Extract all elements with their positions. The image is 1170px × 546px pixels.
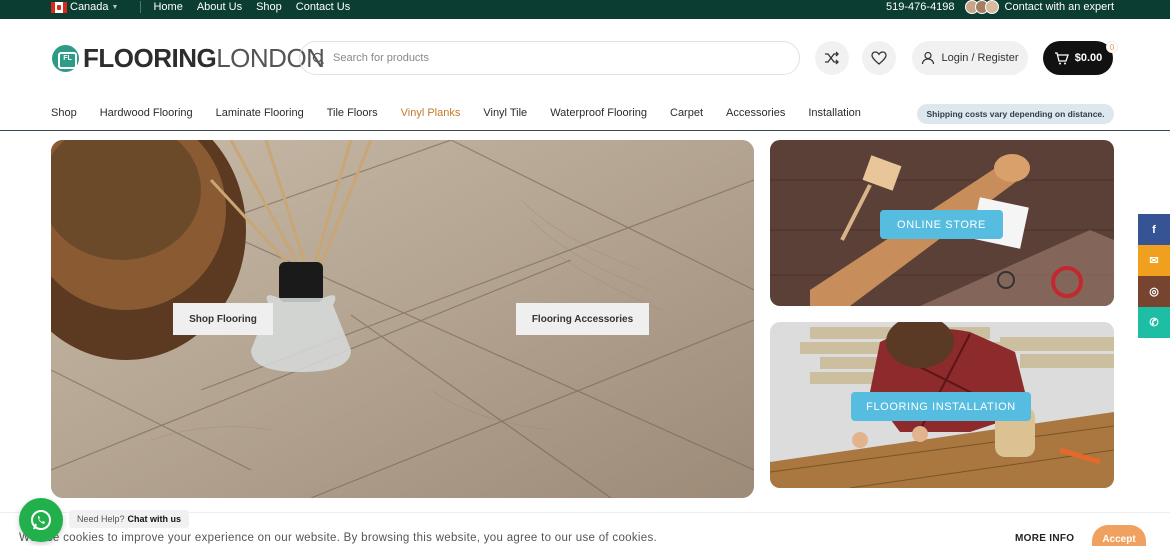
top-bar: Canada ▼ Home About Us Shop Contact Us 5… bbox=[0, 0, 1170, 19]
nav-installation[interactable]: Installation bbox=[808, 107, 861, 119]
search-icon bbox=[312, 52, 325, 64]
nav-waterproof-flooring[interactable]: Waterproof Flooring bbox=[550, 107, 647, 119]
online-store-button[interactable]: ONLINE STORE bbox=[880, 210, 1003, 239]
country-selector[interactable]: Canada ▼ bbox=[51, 1, 118, 13]
whatsapp-icon[interactable]: ✆ bbox=[1138, 307, 1170, 338]
hero-banner: Shop Flooring Flooring Accessories bbox=[51, 140, 754, 498]
site-logo[interactable]: FLOORINGLONDON bbox=[52, 42, 325, 73]
cart-total: $0.00 bbox=[1074, 52, 1103, 64]
whatsapp-chat-button[interactable] bbox=[19, 498, 63, 542]
expert-avatars bbox=[964, 0, 999, 14]
flooring-installation-button[interactable]: FLOORING INSTALLATION bbox=[851, 392, 1031, 421]
nav-shop[interactable]: Shop bbox=[51, 107, 77, 119]
main-nav: Shop Hardwood Flooring Laminate Flooring… bbox=[51, 107, 861, 119]
facebook-icon[interactable]: f bbox=[1138, 214, 1170, 245]
expert-label: Contact with an expert bbox=[1004, 1, 1114, 13]
chevron-down-icon: ▼ bbox=[111, 3, 119, 11]
email-icon[interactable]: ✉ bbox=[1138, 245, 1170, 276]
flooring-accessories-button[interactable]: Flooring Accessories bbox=[516, 303, 649, 335]
phone-number[interactable]: 519-476-4198 bbox=[886, 1, 955, 13]
nav-accessories[interactable]: Accessories bbox=[726, 107, 785, 119]
nav-divider bbox=[0, 130, 1170, 131]
expert-contact[interactable]: Contact with an expert bbox=[964, 0, 1114, 14]
instagram-icon[interactable]: ◎ bbox=[1138, 276, 1170, 307]
country-label: Canada bbox=[70, 1, 109, 13]
top-nav-home[interactable]: Home bbox=[153, 1, 182, 13]
installation-panel: FLOORING INSTALLATION bbox=[770, 322, 1114, 488]
cart-count-badge: 0 bbox=[1106, 41, 1118, 53]
online-store-panel: ONLINE STORE bbox=[770, 140, 1114, 306]
social-sidebar: f ✉ ◎ ✆ bbox=[1138, 214, 1170, 338]
wishlist-button[interactable] bbox=[862, 41, 896, 75]
nav-carpet[interactable]: Carpet bbox=[670, 107, 703, 119]
chat-tooltip-prefix: Need Help? bbox=[77, 514, 125, 524]
more-info-link[interactable]: MORE INFO bbox=[1015, 533, 1074, 544]
whatsapp-icon bbox=[31, 510, 51, 530]
nav-tile-floors[interactable]: Tile Floors bbox=[327, 107, 378, 119]
nav-vinyl-planks[interactable]: Vinyl Planks bbox=[401, 107, 461, 119]
search-bar bbox=[299, 41, 800, 75]
shop-flooring-button[interactable]: Shop Flooring bbox=[173, 303, 273, 335]
cart-button[interactable]: $0.00 bbox=[1043, 41, 1113, 75]
chat-tooltip-link: Chat with us bbox=[127, 514, 182, 524]
logo-text-bold: FLOORING bbox=[83, 42, 217, 73]
logo-icon bbox=[52, 44, 79, 72]
nav-hardwood-flooring[interactable]: Hardwood Flooring bbox=[100, 107, 193, 119]
login-label: Login / Register bbox=[941, 52, 1019, 64]
cookie-message: We use cookies to improve your experienc… bbox=[19, 532, 658, 544]
top-nav-shop[interactable]: Shop bbox=[256, 1, 282, 13]
shipping-note-badge: Shipping costs vary depending on distanc… bbox=[917, 104, 1114, 124]
top-nav-contact[interactable]: Contact Us bbox=[296, 1, 350, 13]
accept-cookies-button[interactable]: Accept bbox=[1092, 525, 1146, 546]
chat-tooltip[interactable]: Need Help? Chat with us bbox=[69, 510, 190, 528]
nav-laminate-flooring[interactable]: Laminate Flooring bbox=[216, 107, 304, 119]
user-icon bbox=[922, 51, 935, 65]
shuffle-icon bbox=[825, 51, 839, 65]
nav-vinyl-tile[interactable]: Vinyl Tile bbox=[483, 107, 527, 119]
canada-flag-icon bbox=[51, 1, 67, 13]
cart-icon bbox=[1054, 51, 1069, 64]
top-nav: Home About Us Shop Contact Us bbox=[140, 1, 350, 13]
search-input[interactable] bbox=[333, 52, 753, 64]
login-register-button[interactable]: Login / Register bbox=[912, 41, 1028, 75]
heart-icon bbox=[871, 51, 887, 65]
compare-button[interactable] bbox=[815, 41, 849, 75]
top-nav-about[interactable]: About Us bbox=[197, 1, 242, 13]
